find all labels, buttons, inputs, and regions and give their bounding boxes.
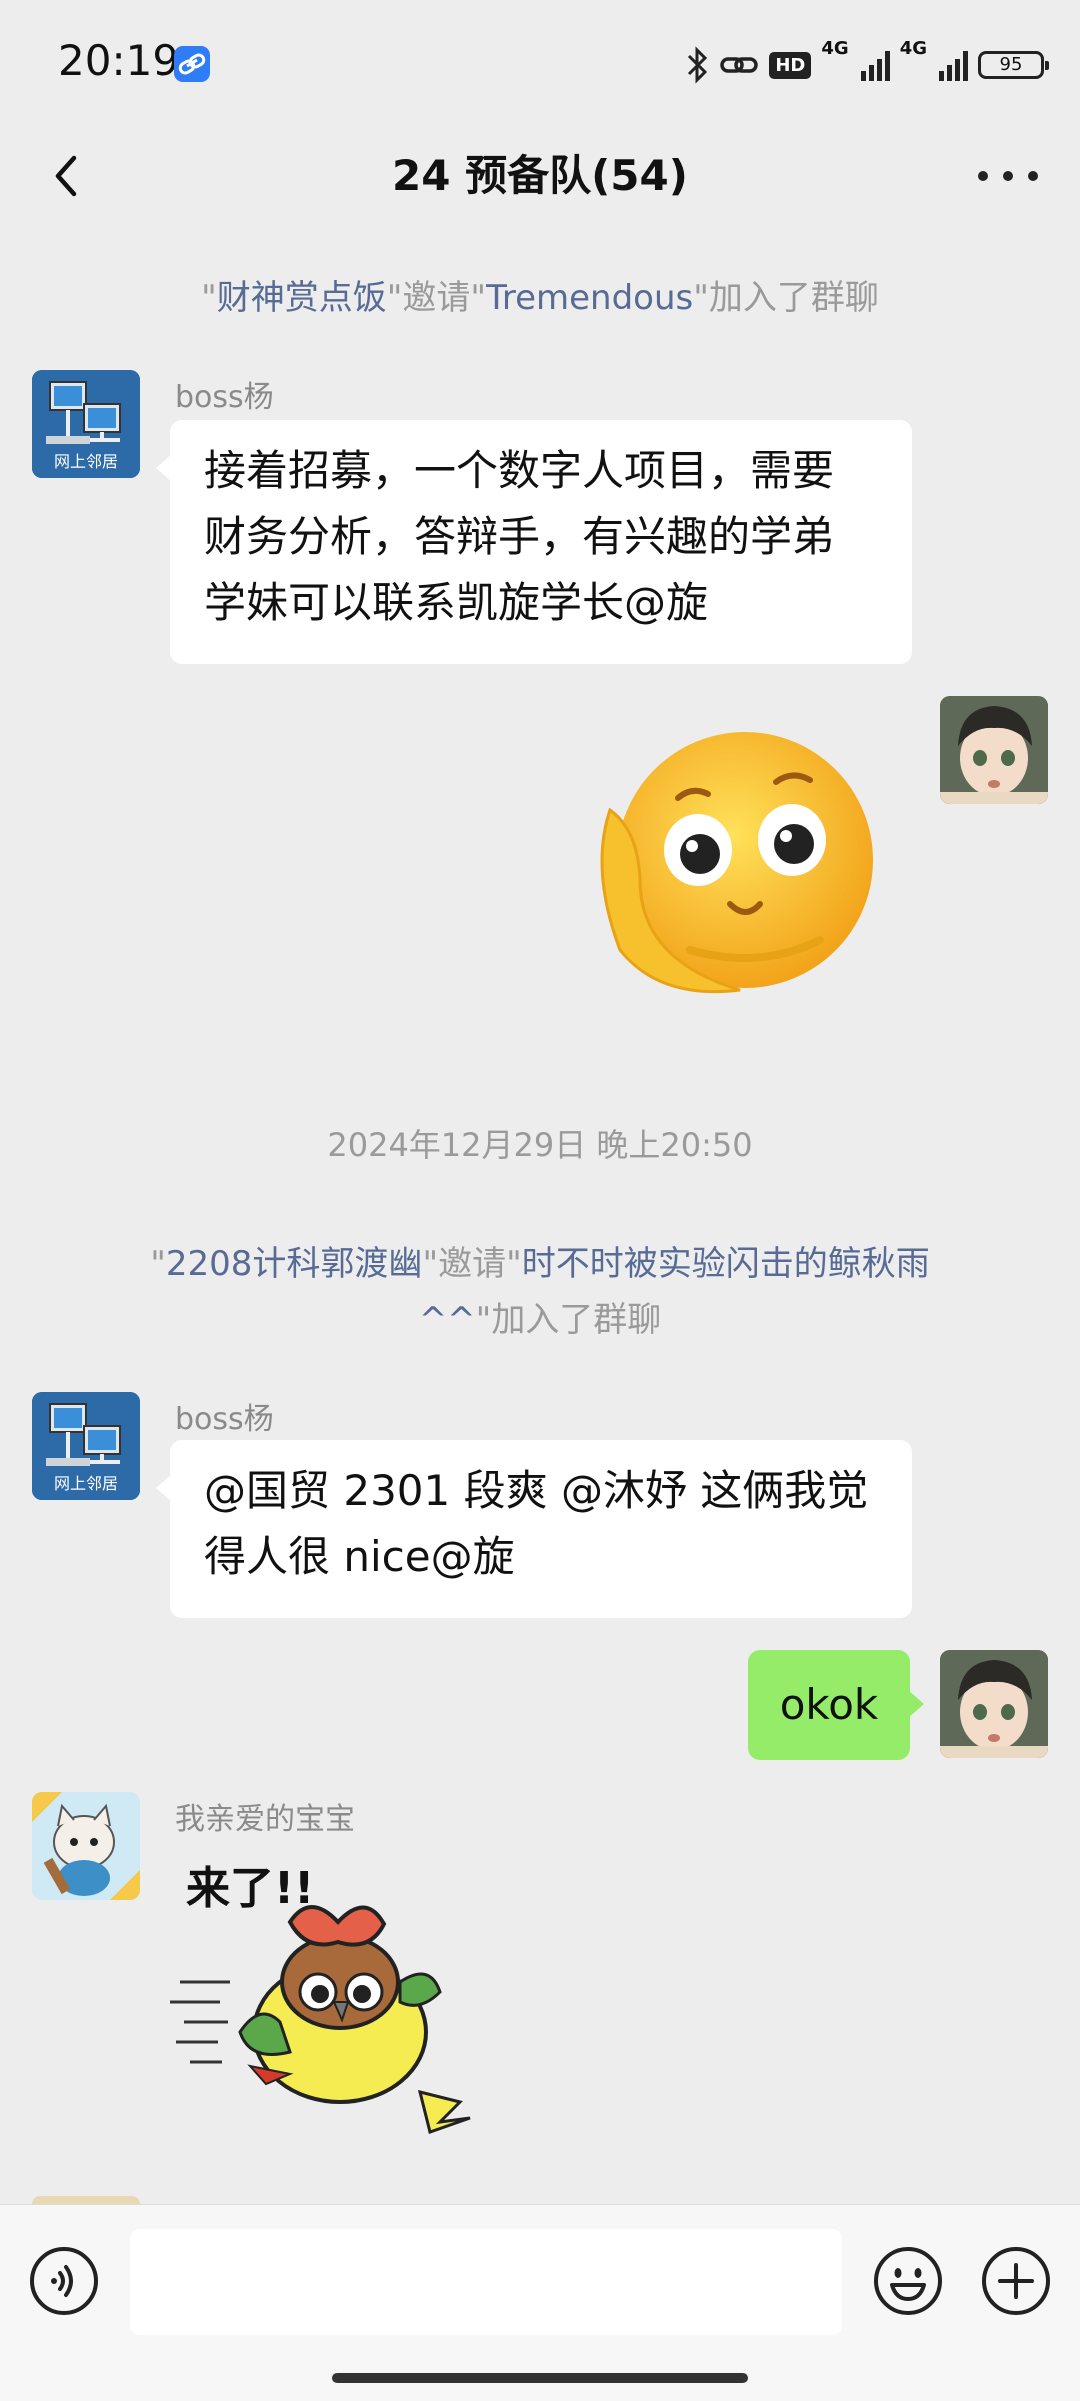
battery-icon: 95 bbox=[978, 51, 1049, 79]
status-bar: 20:19 HD 4G 4G 95 bbox=[0, 0, 1080, 126]
home-indicator[interactable] bbox=[332, 2373, 748, 2383]
signal-icon-2 bbox=[939, 49, 968, 81]
avatar[interactable]: 网上邻居 bbox=[32, 370, 140, 478]
link-status-icon bbox=[720, 57, 759, 73]
system-message-join: "财神赏点饭"邀请"Tremendous"加入了群聊 bbox=[201, 278, 879, 318]
system-suffix: 加入了群聊 bbox=[708, 278, 879, 318]
invitee-name[interactable]: 时不时被实验闪击的鲸秋雨 bbox=[522, 1244, 930, 1284]
system-suffix: 加入了群聊 bbox=[491, 1300, 662, 1340]
sticker[interactable]: 来了!! bbox=[170, 1852, 490, 2142]
chat-title: 24 预备队(54) bbox=[392, 151, 688, 200]
self-avatar[interactable] bbox=[940, 696, 1048, 804]
self-avatar[interactable] bbox=[940, 1650, 1048, 1758]
avatar-label: 网上邻居 bbox=[53, 452, 118, 471]
system-verb: 邀请 bbox=[402, 278, 471, 318]
message-line: 得人很 nice@旋 bbox=[204, 1532, 515, 1581]
invitee-name[interactable]: Tremendous bbox=[486, 278, 693, 318]
inviter-name[interactable]: 2208计科郭渡幽 bbox=[166, 1244, 423, 1284]
status-icons: HD 4G 4G 95 bbox=[685, 38, 1049, 90]
message-bubble[interactable]: 接着招募，一个数字人项目，需要 财务分析，答辩手，有兴趣的学弟 学妹可以联系凯旋… bbox=[156, 420, 912, 664]
anime-avatar-icon bbox=[940, 1650, 1048, 1758]
sender-name: boss杨 bbox=[175, 380, 274, 415]
inviter-name[interactable]: 财神赏点饭 bbox=[217, 278, 387, 318]
message-line: @国贸 2301 段爽 @沐妤 这俩我觉 bbox=[204, 1466, 869, 1515]
plus-icon bbox=[982, 2247, 1050, 2315]
sender-name: boss杨 bbox=[175, 1402, 274, 1437]
hd-badge: HD bbox=[769, 51, 812, 79]
voice-icon bbox=[30, 2247, 98, 2315]
sticker[interactable] bbox=[580, 720, 890, 1020]
more-button[interactable] bbox=[978, 156, 1038, 196]
system-message-join: "2208计科郭渡幽"邀请"时不时被实验闪击的鲸秋雨 ^^"加入了群聊 bbox=[150, 1244, 930, 1340]
avatar-label: 网上邻居 bbox=[53, 1474, 118, 1493]
timestamp: 2024年12月29日 晚上20:50 bbox=[327, 1126, 753, 1164]
voice-button[interactable] bbox=[28, 2245, 100, 2317]
cat-avatar-icon bbox=[32, 1792, 140, 1900]
smiley-icon bbox=[874, 2247, 942, 2315]
avatar[interactable]: 网上邻居 bbox=[32, 1392, 140, 1500]
message-bubble-self[interactable]: okok bbox=[748, 1650, 924, 1760]
input-bar bbox=[0, 2204, 1080, 2401]
message-line: 学妹可以联系凯旋学长@旋 bbox=[204, 578, 709, 627]
message-line: 财务分析，答辩手，有兴趣的学弟 bbox=[204, 512, 835, 561]
add-button[interactable] bbox=[980, 2245, 1052, 2317]
anime-avatar-icon bbox=[940, 696, 1048, 804]
sender-name: 我亲爱的宝宝 bbox=[175, 1802, 355, 1837]
system-verb: 邀请 bbox=[438, 1244, 507, 1284]
invitee-name-cont[interactable]: ^^ bbox=[419, 1300, 476, 1340]
sticker-caption: 来了!! bbox=[186, 1863, 315, 1914]
signal-icon bbox=[860, 49, 890, 81]
status-time: 20:19 bbox=[58, 36, 180, 85]
emoji-button[interactable] bbox=[872, 2245, 944, 2317]
link-icon bbox=[174, 46, 210, 82]
network-type-2: 4G bbox=[899, 38, 927, 59]
nav-bar: 24 预备队(54) bbox=[0, 126, 1080, 236]
bluetooth-icon bbox=[688, 46, 708, 84]
message-text: okok bbox=[779, 1680, 879, 1729]
message-line: 接着招募，一个数字人项目，需要 bbox=[204, 446, 835, 495]
message-bubble[interactable]: @国贸 2301 段爽 @沐妤 这俩我觉 得人很 nice@旋 bbox=[156, 1440, 912, 1618]
network-type-1: 4G bbox=[821, 38, 849, 59]
face-emoji-sticker bbox=[600, 732, 873, 994]
avatar[interactable] bbox=[32, 1792, 140, 1900]
message-input[interactable] bbox=[130, 2229, 842, 2335]
avatar-partial bbox=[32, 2196, 140, 2204]
